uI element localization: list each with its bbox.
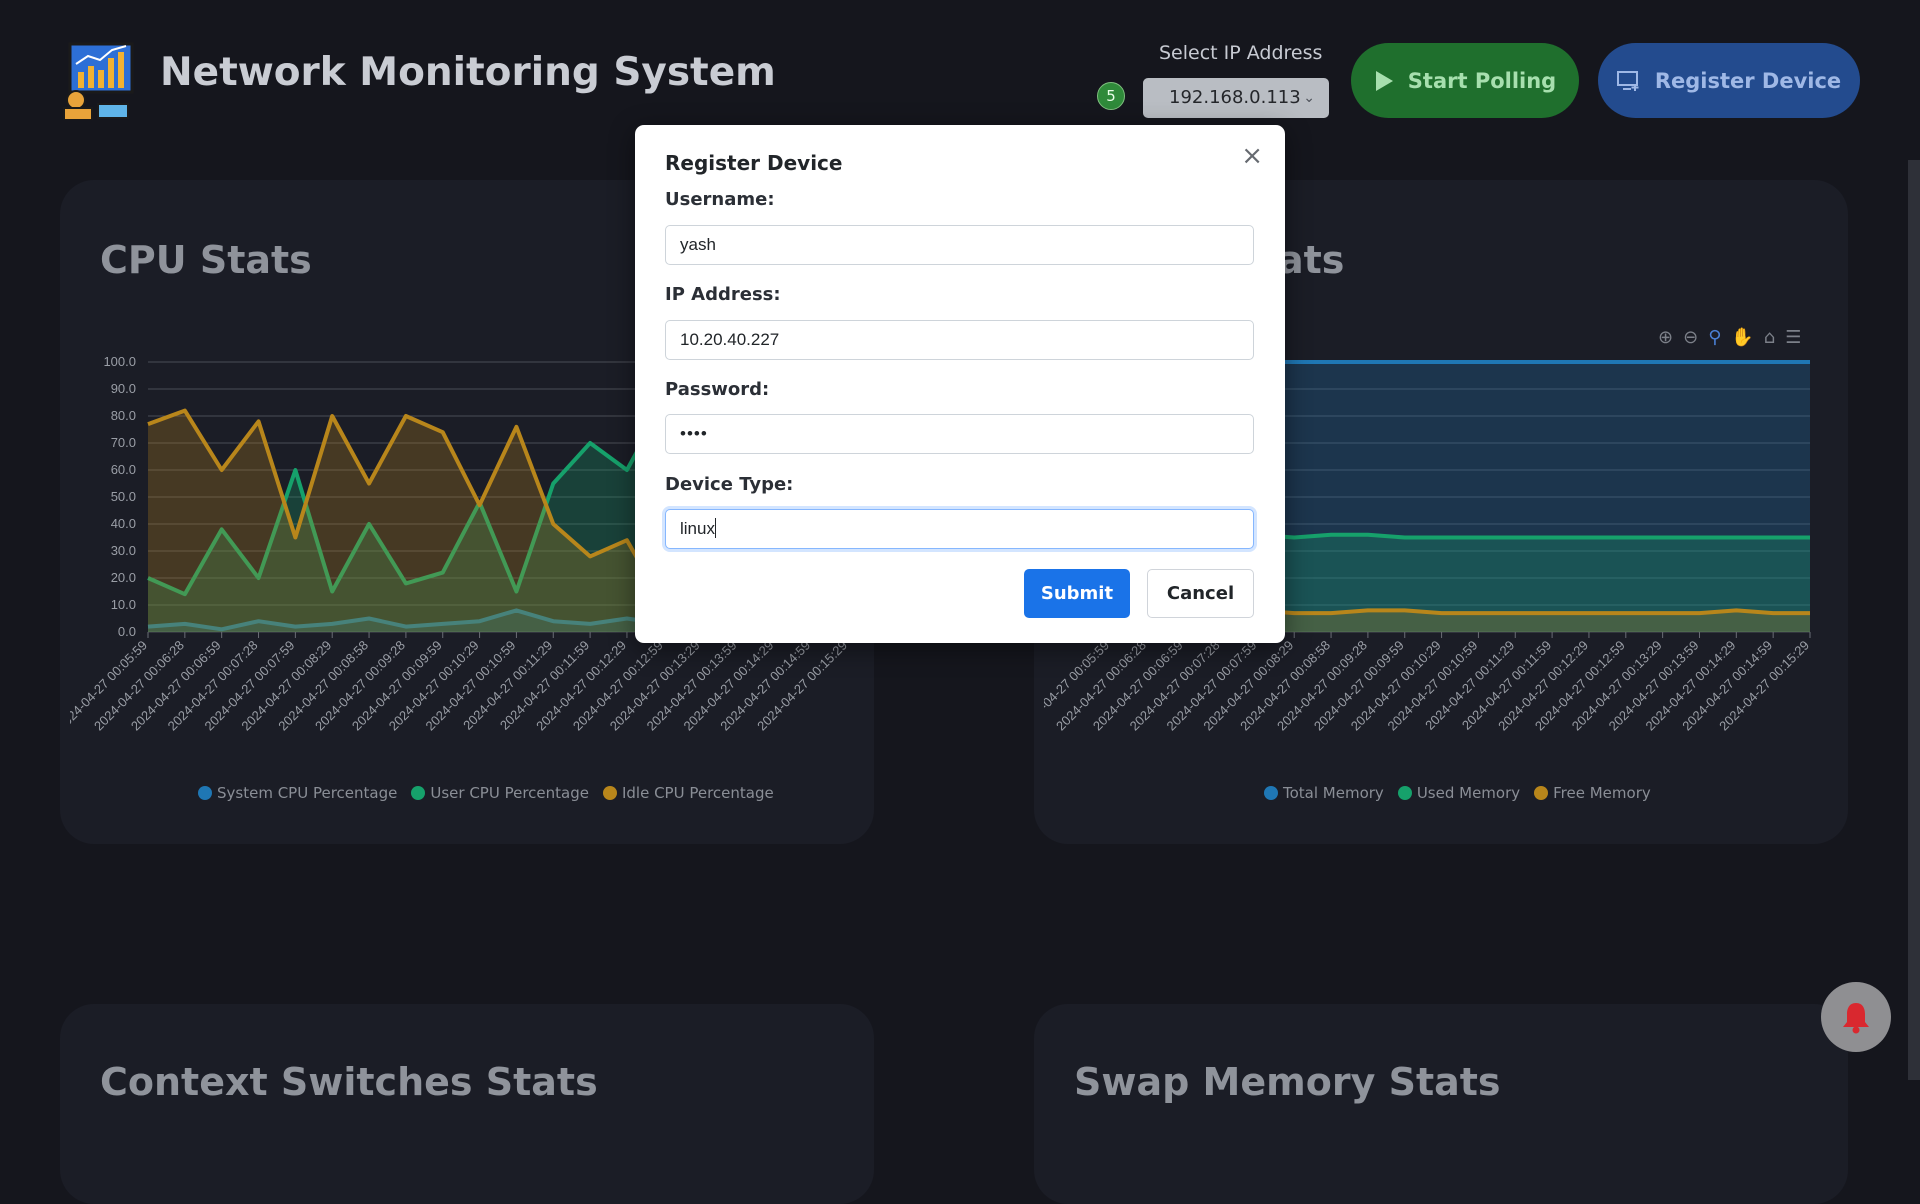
close-icon[interactable]: × (1241, 143, 1263, 169)
device-type-label: Device Type: (665, 474, 794, 495)
ip-address-field[interactable]: 10.20.40.227 (665, 320, 1254, 360)
cancel-button[interactable]: Cancel (1147, 569, 1254, 618)
password-field[interactable]: •••• (665, 414, 1254, 454)
username-label: Username: (665, 189, 775, 210)
register-device-modal: Register Device × Username: yash IP Addr… (635, 125, 1285, 643)
device-type-value: linux (680, 519, 715, 538)
username-field[interactable]: yash (665, 225, 1254, 265)
submit-button[interactable]: Submit (1024, 569, 1130, 618)
password-label: Password: (665, 379, 770, 400)
modal-title: Register Device (665, 151, 843, 175)
text-caret (714, 518, 716, 538)
ip-address-label: IP Address: (665, 284, 781, 305)
device-type-field[interactable]: linux (665, 509, 1254, 549)
